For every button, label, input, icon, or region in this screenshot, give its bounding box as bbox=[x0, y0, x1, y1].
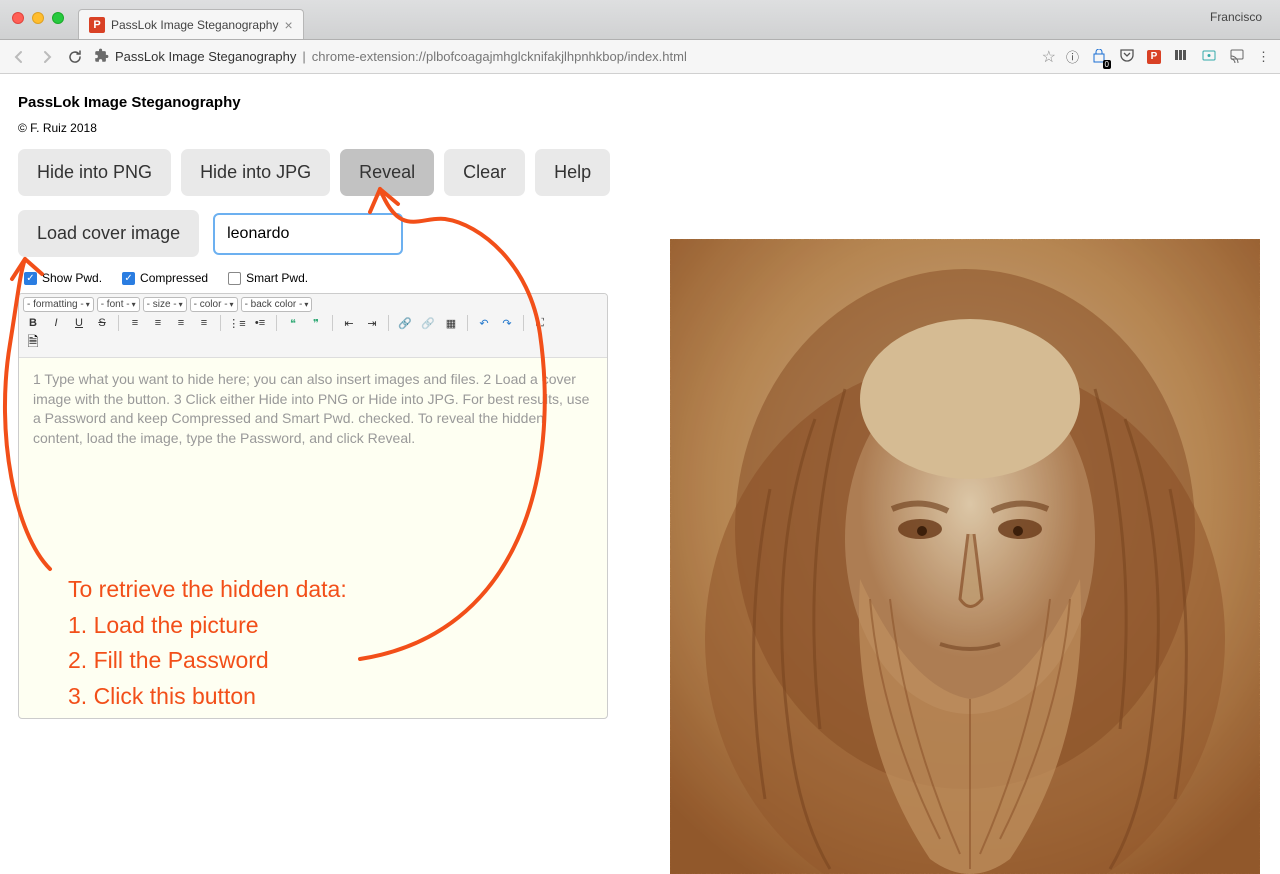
smart-pwd-checkbox[interactable]: Smart Pwd. bbox=[228, 271, 308, 285]
profile-badge[interactable]: Francisco bbox=[1210, 10, 1262, 24]
annot-step2: 2. Fill the Password bbox=[68, 643, 347, 679]
formatting-select[interactable]: - formatting -▾ bbox=[23, 297, 94, 312]
browser-toolbar: PassLok Image Steganography | chrome-ext… bbox=[0, 40, 1280, 74]
close-tab-icon[interactable]: × bbox=[284, 17, 292, 33]
window-controls bbox=[12, 12, 64, 24]
copyright-text: © F. Ruiz 2018 bbox=[18, 121, 1262, 135]
cover-image-preview bbox=[670, 239, 1260, 874]
url-extension-name: PassLok Image Steganography bbox=[115, 49, 296, 64]
unlink-icon[interactable]: 🔗 bbox=[418, 314, 438, 332]
cast-icon[interactable] bbox=[1229, 47, 1245, 66]
maximize-window-icon[interactable] bbox=[52, 12, 64, 24]
password-input[interactable] bbox=[213, 213, 403, 255]
url-path: chrome-extension://plbofcoagajmhglcknifa… bbox=[312, 49, 687, 64]
undo-icon[interactable]: ↶ bbox=[474, 314, 494, 332]
indent-in-icon[interactable]: ⇥ bbox=[362, 314, 382, 332]
reload-icon[interactable] bbox=[66, 48, 84, 66]
indent-out-icon[interactable]: ⇤ bbox=[339, 314, 359, 332]
browser-tab[interactable]: P PassLok Image Steganography × bbox=[78, 9, 304, 39]
load-cover-button[interactable]: Load cover image bbox=[18, 210, 199, 257]
address-bar[interactable]: PassLok Image Steganography | chrome-ext… bbox=[94, 44, 1032, 70]
info-icon[interactable]: ⓘ bbox=[1066, 47, 1079, 66]
font-select[interactable]: - font -▾ bbox=[97, 297, 140, 312]
italic-icon[interactable]: I bbox=[46, 314, 66, 332]
list-ordered-icon[interactable]: ⋮≡ bbox=[227, 314, 247, 332]
hide-jpg-button[interactable]: Hide into JPG bbox=[181, 149, 330, 196]
close-window-icon[interactable] bbox=[12, 12, 24, 24]
underline-icon[interactable]: U bbox=[69, 314, 89, 332]
bookmark-icon[interactable]: ☆ bbox=[1042, 47, 1056, 67]
file-icon[interactable]: 🗎 bbox=[23, 334, 43, 352]
hide-png-button[interactable]: Hide into PNG bbox=[18, 149, 171, 196]
bold-icon[interactable]: B bbox=[23, 314, 43, 332]
strike-icon[interactable]: S bbox=[92, 314, 112, 332]
passlok-ext-icon[interactable]: P bbox=[1147, 50, 1161, 64]
clear-button[interactable]: Clear bbox=[444, 149, 525, 196]
annot-step3: 3. Click this button bbox=[68, 679, 347, 715]
tab-title: PassLok Image Steganography bbox=[111, 18, 278, 32]
pocket-icon[interactable] bbox=[1119, 47, 1135, 66]
browser-tabstrip: P PassLok Image Steganography × Francisc… bbox=[0, 0, 1280, 40]
extension-icon bbox=[94, 48, 109, 66]
minimize-window-icon[interactable] bbox=[32, 12, 44, 24]
tab-favicon: P bbox=[89, 17, 105, 33]
show-pwd-checkbox[interactable]: ✓Show Pwd. bbox=[24, 271, 102, 285]
back-color-select[interactable]: - back color -▾ bbox=[241, 297, 313, 312]
page-title: PassLok Image Steganography bbox=[18, 94, 1262, 111]
help-button[interactable]: Help bbox=[535, 149, 610, 196]
checkbox-icon: ✓ bbox=[122, 272, 135, 285]
quote-close-icon[interactable]: ❞ bbox=[306, 314, 326, 332]
screenshot-icon[interactable] bbox=[1201, 47, 1217, 66]
align-right-icon[interactable]: ≡ bbox=[171, 314, 191, 332]
reveal-button[interactable]: Reveal bbox=[340, 149, 434, 196]
size-select[interactable]: - size -▾ bbox=[143, 297, 187, 312]
list-unordered-icon[interactable]: •≡ bbox=[250, 314, 270, 332]
forward-icon[interactable] bbox=[38, 48, 56, 66]
cart-icon[interactable]: 0 bbox=[1091, 49, 1107, 65]
toolbar-extensions: ⓘ 0 P ⋮ bbox=[1066, 47, 1270, 66]
align-left-icon[interactable]: ≡ bbox=[125, 314, 145, 332]
quote-open-icon[interactable]: ❝ bbox=[283, 314, 303, 332]
editor-toolbar: - formatting -▾ - font -▾ - size -▾ - co… bbox=[19, 294, 607, 358]
checkbox-icon bbox=[228, 272, 241, 285]
redo-icon[interactable]: ↷ bbox=[497, 314, 517, 332]
checkbox-icon: ✓ bbox=[24, 272, 37, 285]
align-center-icon[interactable]: ≡ bbox=[148, 314, 168, 332]
align-justify-icon[interactable]: ≡ bbox=[194, 314, 214, 332]
annot-heading: To retrieve the hidden data: bbox=[68, 572, 347, 608]
back-icon[interactable] bbox=[10, 48, 28, 66]
annot-step1: 1. Load the picture bbox=[68, 608, 347, 644]
image-icon[interactable]: ▦ bbox=[441, 314, 461, 332]
fullscreen-icon[interactable]: ⛶ bbox=[530, 314, 550, 332]
annotation-text: To retrieve the hidden data: 1. Load the… bbox=[68, 572, 347, 715]
link-icon[interactable]: 🔗 bbox=[395, 314, 415, 332]
main-button-row: Hide into PNG Hide into JPG Reveal Clear… bbox=[18, 149, 1262, 196]
library-icon[interactable] bbox=[1173, 47, 1189, 66]
menu-icon[interactable]: ⋮ bbox=[1257, 49, 1270, 65]
color-select[interactable]: - color -▾ bbox=[190, 297, 238, 312]
compressed-checkbox[interactable]: ✓Compressed bbox=[122, 271, 208, 285]
url-separator: | bbox=[302, 49, 305, 64]
